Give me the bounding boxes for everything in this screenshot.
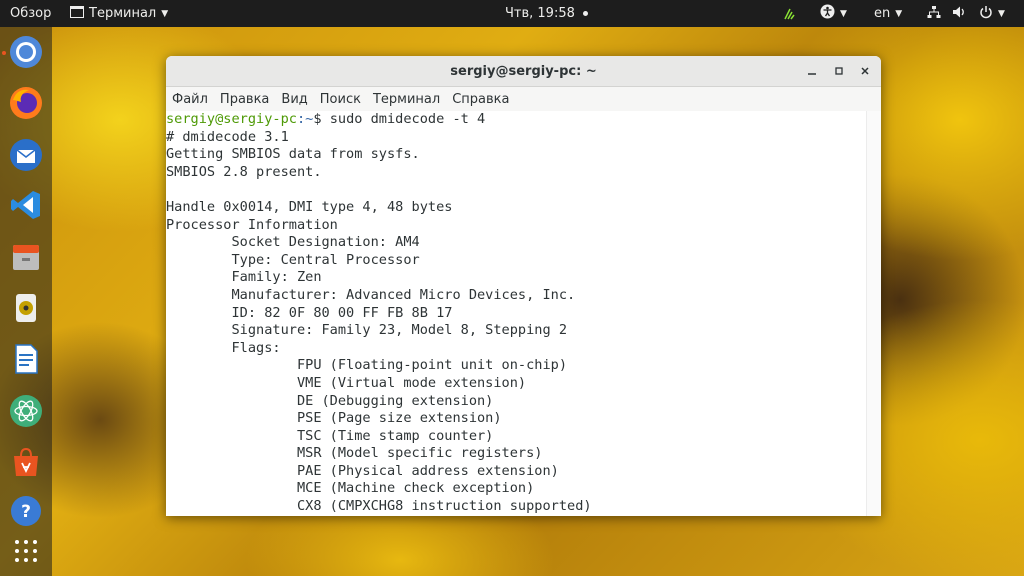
activities-button[interactable]: Обзор <box>10 0 51 27</box>
output-line: ID: 82 0F 80 00 FF FB 8B 17 <box>166 304 453 321</box>
volume-icon <box>952 5 966 23</box>
output-line: MSR (Model specific registers) <box>166 445 543 462</box>
menubar: Файл Правка Вид Поиск Терминал Справка <box>166 87 881 112</box>
language-label: en <box>874 6 891 21</box>
prompt-line: sergiy@sergiy-pc:~$ sudo dmidecode -t 4 <box>166 111 866 129</box>
rhythmbox-icon[interactable] <box>6 288 46 328</box>
output-line: Family: Zen <box>166 269 322 286</box>
terminal-app-icon <box>70 5 84 22</box>
notification-dot-icon <box>582 11 588 16</box>
app-grid-icon[interactable] <box>6 531 46 571</box>
output-line: VME (Virtual mode extension) <box>166 374 527 391</box>
menu-edit[interactable]: Правка <box>214 87 275 111</box>
top-bar: Обзор Терминал ▼ Чтв, 19:58 ▼ en ▼ ▼ <box>0 0 1024 27</box>
output-line: Signature: Family 23, Model 8, Stepping … <box>166 322 568 339</box>
terminal-window: sergiy@sergiy-pc: ~ Файл Правка Вид Поис… <box>166 56 881 516</box>
network-tray-icon[interactable] <box>783 0 797 27</box>
accessibility-menu[interactable]: ▼ <box>820 0 847 27</box>
output-line: CX8 (CMPXCHG8 instruction supported) <box>166 498 592 515</box>
terminal-output[interactable]: sergiy@sergiy-pc:~$ sudo dmidecode -t 4 … <box>166 111 866 516</box>
chevron-down-icon: ▼ <box>161 8 169 19</box>
maximize-button[interactable] <box>830 62 848 80</box>
atom-icon[interactable] <box>6 391 46 431</box>
chevron-down-icon: ▼ <box>840 8 847 19</box>
output-line: Handle 0x0014, DMI type 4, 48 bytes <box>166 198 453 215</box>
output-line: # dmidecode 3.1 <box>166 128 289 145</box>
output-line: Flags: <box>166 339 281 356</box>
output-line: Getting SMBIOS data from sysfs. <box>166 146 420 163</box>
output-line: Manufacturer: Advanced Micro Devices, In… <box>166 286 576 303</box>
window-titlebar[interactable]: sergiy@sergiy-pc: ~ <box>166 56 881 87</box>
output-line: MCE (Machine check exception) <box>166 480 535 497</box>
window-title: sergiy@sergiy-pc: ~ <box>450 63 597 79</box>
menu-terminal[interactable]: Терминал <box>367 87 446 111</box>
menu-search[interactable]: Поиск <box>314 87 367 111</box>
files-icon[interactable] <box>6 237 46 277</box>
output-line: Processor Information <box>166 216 338 233</box>
menu-view[interactable]: Вид <box>275 87 313 111</box>
vscode-icon[interactable] <box>6 185 46 225</box>
help-icon[interactable]: ? <box>6 491 46 531</box>
firefox-icon[interactable] <box>6 83 46 123</box>
prompt-path: :~ <box>296 111 314 127</box>
clock[interactable]: Чтв, 19:58 <box>505 0 588 27</box>
output-line: SMBIOS 2.8 present. <box>166 163 322 180</box>
output-line: DE (Debugging extension) <box>166 392 494 409</box>
chromium-icon[interactable] <box>6 32 46 72</box>
clock-label: Чтв, 19:58 <box>505 6 575 21</box>
minimize-button[interactable] <box>803 62 821 80</box>
close-button[interactable] <box>856 62 874 80</box>
output-line: Type: Central Processor <box>166 251 420 268</box>
output-line: PAE (Physical address extension) <box>166 462 559 479</box>
activities-label: Обзор <box>10 6 52 21</box>
chevron-down-icon: ▼ <box>895 8 903 19</box>
dock: ? <box>0 27 52 576</box>
menu-help[interactable]: Справка <box>446 87 515 111</box>
output-line: Socket Designation: AM4 <box>166 234 420 251</box>
network-wired-icon <box>927 5 941 23</box>
terminal-scrollbar[interactable] <box>866 111 881 516</box>
chevron-down-icon: ▼ <box>998 8 1005 19</box>
command-text: $ sudo dmidecode -t 4 <box>313 111 486 127</box>
system-menu[interactable]: ▼ <box>927 0 1005 27</box>
menu-file[interactable]: Файл <box>166 87 214 111</box>
writer-icon[interactable] <box>6 339 46 379</box>
app-menu-label: Терминал <box>89 6 157 21</box>
svg-text:?: ? <box>21 502 31 522</box>
software-center-icon[interactable] <box>6 442 46 482</box>
language-menu[interactable]: en ▼ <box>874 0 902 27</box>
accessibility-icon <box>820 4 835 23</box>
output-line: TSC (Time stamp counter) <box>166 427 494 444</box>
output-line: PSE (Page size extension) <box>166 410 502 427</box>
app-menu[interactable]: Терминал ▼ <box>70 0 168 27</box>
power-icon <box>979 5 993 23</box>
prompt-user: sergiy@sergiy-pc <box>166 111 297 127</box>
output-line: FPU (Floating-point unit on-chip) <box>166 357 568 374</box>
thunderbird-icon[interactable] <box>6 135 46 175</box>
